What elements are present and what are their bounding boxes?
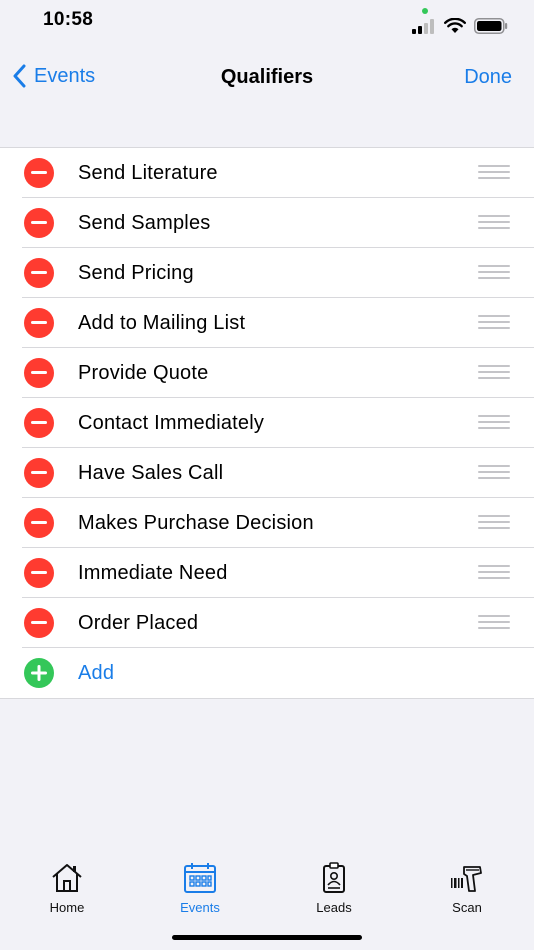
wifi-icon (444, 18, 466, 33)
minus-icon (31, 171, 47, 174)
tab-home[interactable]: Home (12, 862, 122, 915)
reorder-handle-icon[interactable] (478, 215, 510, 231)
cellular-signal-icon (412, 19, 434, 34)
minus-icon (31, 221, 47, 224)
list-item: Send Literature (0, 148, 534, 198)
list-item: Add to Mailing List (0, 298, 534, 348)
delete-button[interactable] (24, 358, 54, 388)
minus-icon (31, 571, 47, 574)
delete-button[interactable] (24, 308, 54, 338)
status-icons (412, 18, 508, 34)
tab-home-label: Home (49, 900, 85, 915)
reorder-handle-icon[interactable] (478, 615, 510, 631)
list-item: Immediate Need (0, 548, 534, 598)
reorder-handle-icon[interactable] (478, 565, 510, 581)
list-item: Contact Immediately (0, 398, 534, 448)
status-bar: 10:58 (0, 0, 534, 44)
tab-scan-label: Scan (452, 900, 482, 915)
minus-icon (31, 371, 47, 374)
list-item: Makes Purchase Decision (0, 498, 534, 548)
list-item-label: Send Literature (78, 162, 218, 184)
scanner-icon (451, 866, 482, 892)
reorder-handle-icon[interactable] (478, 165, 510, 181)
minus-icon (31, 621, 47, 624)
calendar-icon (184, 863, 216, 893)
delete-button[interactable] (24, 408, 54, 438)
delete-button[interactable] (24, 558, 54, 588)
minus-icon (31, 521, 47, 524)
badge-icon (323, 862, 345, 893)
minus-icon (31, 421, 47, 424)
home-indicator[interactable] (172, 935, 362, 940)
list-item: Order Placed (0, 598, 534, 648)
qualifiers-list: Send Literature Send Samples Send Pricin… (0, 147, 534, 699)
tab-events-label: Events (180, 900, 220, 915)
privacy-indicator-icon (422, 8, 428, 14)
add-row[interactable]: Add (0, 648, 534, 698)
add-label[interactable]: Add (78, 662, 114, 685)
delete-button[interactable] (24, 208, 54, 238)
list-item: Send Samples (0, 198, 534, 248)
status-time: 10:58 (43, 9, 94, 30)
delete-button[interactable] (24, 508, 54, 538)
list-item-label: Send Samples (78, 212, 211, 234)
plus-icon (31, 665, 47, 681)
list-item: Have Sales Call (0, 448, 534, 498)
list-item-label: Contact Immediately (78, 412, 265, 434)
tab-leads-label: Leads (316, 900, 352, 915)
delete-button[interactable] (24, 158, 54, 188)
reorder-handle-icon[interactable] (478, 515, 510, 531)
battery-icon (474, 18, 508, 34)
list-item-label: Send Pricing (78, 262, 194, 284)
delete-button[interactable] (24, 258, 54, 288)
delete-button[interactable] (24, 458, 54, 488)
tab-events[interactable]: Events (145, 862, 255, 915)
reorder-handle-icon[interactable] (478, 465, 510, 481)
list-item: Provide Quote (0, 348, 534, 398)
list-item-label: Makes Purchase Decision (78, 512, 314, 534)
delete-button[interactable] (24, 608, 54, 638)
list-item: Send Pricing (0, 248, 534, 298)
navigation-bar: Events Qualifiers Done (0, 44, 534, 110)
add-button[interactable] (24, 658, 54, 688)
reorder-handle-icon[interactable] (478, 265, 510, 281)
house-icon (52, 864, 82, 892)
list-item-label: Provide Quote (78, 362, 209, 384)
list-item-label: Add to Mailing List (78, 312, 246, 334)
tab-scan[interactable]: Scan (412, 862, 522, 915)
reorder-handle-icon[interactable] (478, 365, 510, 381)
minus-icon (31, 471, 47, 474)
list-item-label: Have Sales Call (78, 462, 224, 484)
reorder-handle-icon[interactable] (478, 415, 510, 431)
page-title: Qualifiers (220, 66, 314, 88)
list-item-label: Order Placed (78, 612, 199, 634)
minus-icon (31, 271, 47, 274)
reorder-handle-icon[interactable] (478, 315, 510, 331)
list-item-label: Immediate Need (78, 562, 228, 584)
done-button[interactable]: Done (464, 66, 512, 89)
tab-leads[interactable]: Leads (279, 862, 389, 915)
minus-icon (31, 321, 47, 324)
